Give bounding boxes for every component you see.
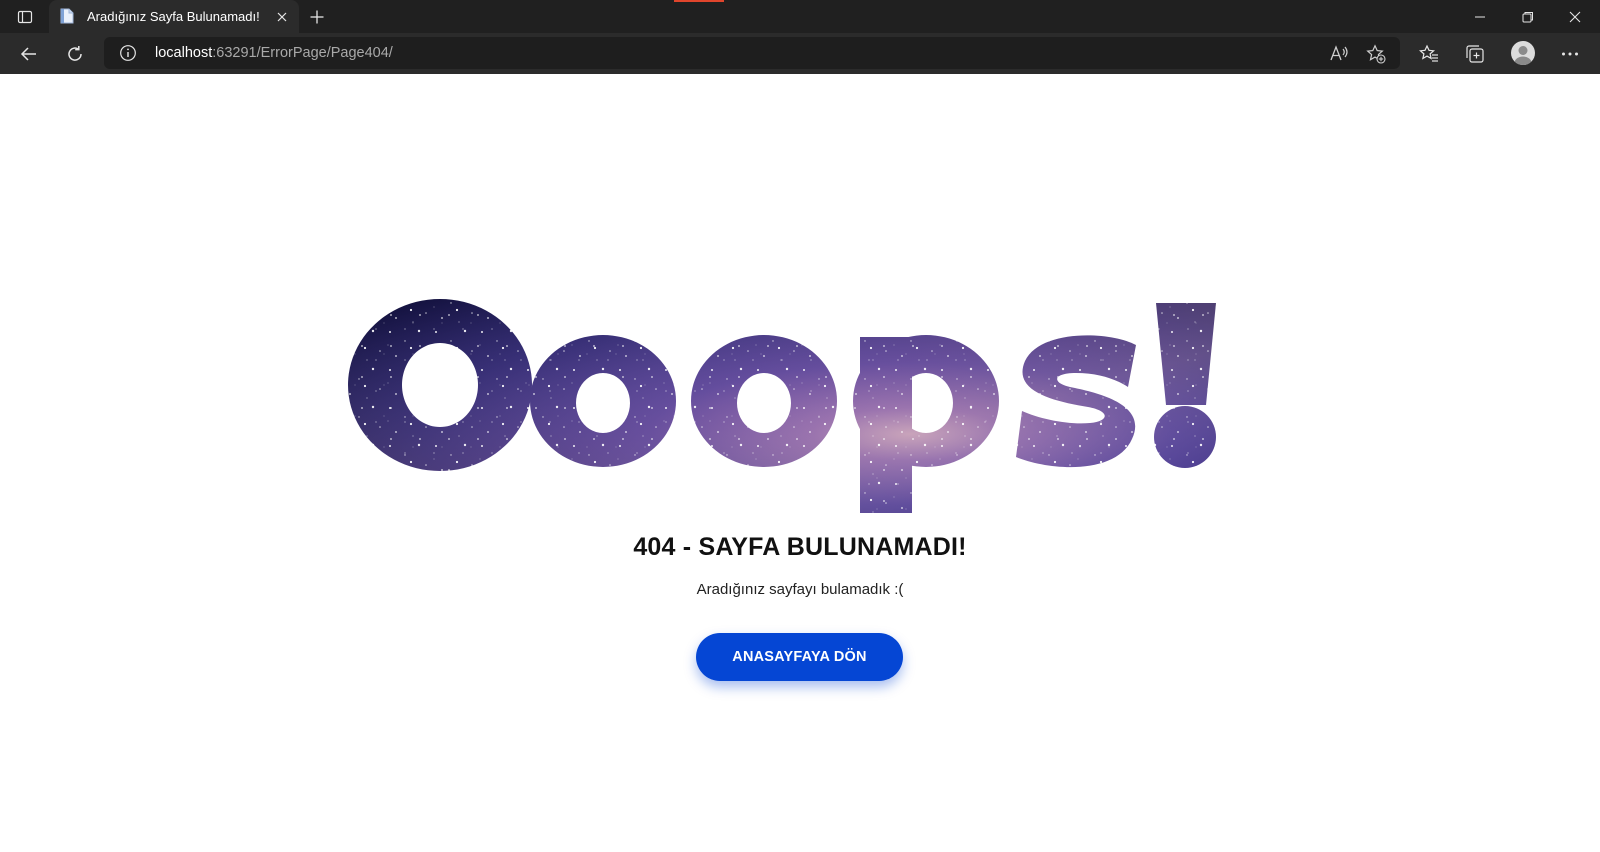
more-dots-icon bbox=[1562, 52, 1578, 56]
read-aloud-button[interactable] bbox=[1328, 43, 1350, 65]
url-path: :63291/ErrorPage/Page404/ bbox=[212, 45, 393, 61]
back-button[interactable] bbox=[13, 38, 45, 70]
browser-window: Aradığınız Sayfa Bulunamadı! localhost:6… bbox=[0, 0, 1600, 852]
tab-close-button[interactable] bbox=[273, 8, 291, 26]
profile-silhouette bbox=[1514, 46, 1532, 65]
refresh-button[interactable] bbox=[59, 38, 91, 70]
star-plus-icon bbox=[1366, 44, 1386, 64]
tab-strip: Aradığınız Sayfa Bulunamadı! bbox=[0, 0, 1600, 33]
tab-strip-accent bbox=[674, 0, 724, 2]
restore-button[interactable] bbox=[1505, 0, 1551, 33]
error-title: 404 - SAYFA BULUNAMADI! bbox=[633, 533, 967, 561]
collections-icon bbox=[1466, 45, 1484, 63]
galaxy-text-graphic bbox=[340, 289, 1260, 539]
window-close-button[interactable] bbox=[1552, 0, 1598, 33]
site-info-button[interactable] bbox=[118, 43, 138, 63]
close-icon bbox=[277, 12, 287, 22]
profile-avatar-icon[interactable] bbox=[1511, 41, 1535, 65]
page-document-icon bbox=[60, 8, 74, 24]
tab-actions-icon bbox=[17, 10, 33, 24]
refresh-icon bbox=[68, 46, 82, 61]
tab-actions-button[interactable] bbox=[10, 5, 40, 29]
address-bar[interactable]: localhost:63291/ErrorPage/Page404/ bbox=[104, 37, 1400, 69]
minimize-button[interactable] bbox=[1457, 0, 1503, 33]
favorites-list-icon bbox=[1419, 44, 1438, 62]
window-close-icon bbox=[1569, 11, 1581, 22]
collections-button[interactable] bbox=[1459, 38, 1491, 70]
active-tab[interactable]: Aradığınız Sayfa Bulunamadı! bbox=[49, 0, 299, 33]
minimize-icon bbox=[1475, 16, 1485, 17]
ooops-headline bbox=[340, 289, 1260, 539]
home-button[interactable]: ANASAYFAYA DÖN bbox=[696, 633, 903, 681]
plus-icon bbox=[310, 10, 324, 24]
tab-title: Aradığınız Sayfa Bulunamadı! bbox=[87, 9, 260, 24]
read-aloud-icon bbox=[1330, 45, 1348, 61]
add-favorite-button[interactable] bbox=[1365, 43, 1387, 65]
new-tab-button[interactable] bbox=[305, 5, 329, 29]
favorites-button[interactable] bbox=[1413, 38, 1445, 70]
page-content: 404 - SAYFA BULUNAMADI! Aradığınız sayfa… bbox=[0, 74, 1600, 852]
error-subtitle: Aradığınız sayfayı bulamadık :( bbox=[696, 581, 904, 598]
more-button[interactable] bbox=[1554, 38, 1586, 70]
restore-icon bbox=[1522, 11, 1533, 22]
url-text[interactable]: localhost:63291/ErrorPage/Page404/ bbox=[155, 37, 393, 69]
info-icon bbox=[120, 45, 136, 61]
back-arrow-icon bbox=[20, 47, 36, 61]
url-host: localhost bbox=[155, 45, 213, 61]
browser-toolbar: localhost:63291/ErrorPage/Page404/ bbox=[0, 33, 1600, 75]
